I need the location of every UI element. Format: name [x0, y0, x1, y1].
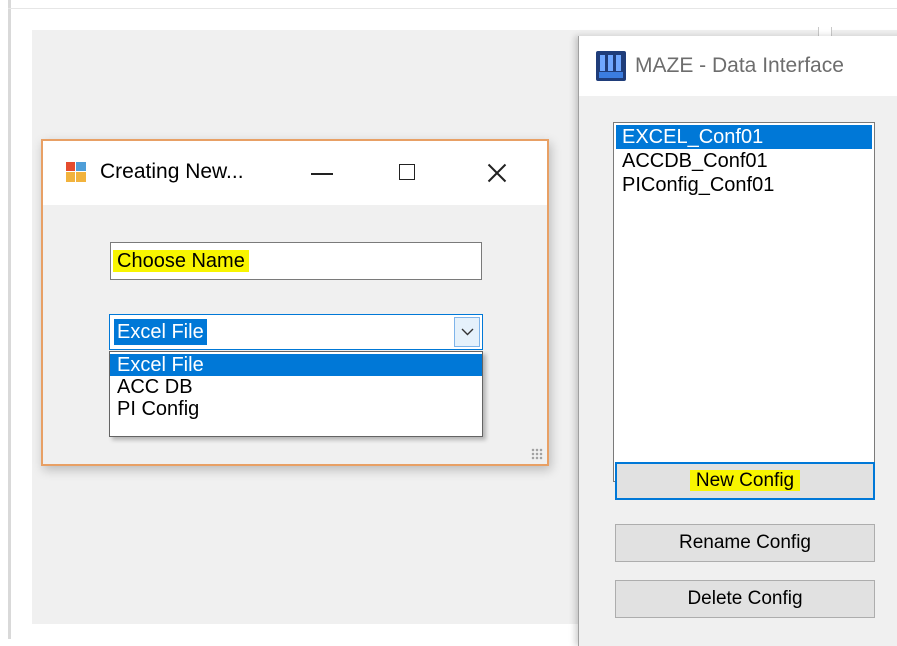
new-config-button[interactable]: New Config — [615, 462, 875, 500]
creating-new-dialog: Creating New... Choose Name Excel File E… — [41, 139, 549, 466]
config-type-dropdown-list[interactable]: Excel File ACC DB PI Config — [109, 351, 483, 437]
config-list-item[interactable]: ACCDB_Conf01 — [616, 149, 872, 173]
config-list-item[interactable]: PIConfig_Conf01 — [616, 173, 872, 197]
config-type-selected: Excel File — [114, 319, 207, 345]
delete-config-button[interactable]: Delete Config — [615, 580, 875, 618]
maximize-icon[interactable] — [379, 151, 439, 195]
close-icon[interactable] — [467, 151, 527, 195]
dropdown-option[interactable]: Excel File — [110, 354, 482, 376]
dropdown-option[interactable]: PI Config — [110, 398, 482, 420]
rename-config-label: Rename Config — [678, 532, 812, 553]
rename-config-button[interactable]: Rename Config — [615, 524, 875, 562]
windows-form-icon — [66, 162, 86, 182]
maze-app-icon — [596, 51, 626, 81]
dialog-titlebar[interactable]: Creating New... — [43, 141, 547, 205]
config-name-input[interactable]: Choose Name — [110, 242, 482, 280]
dialog-title: Creating New... — [100, 160, 244, 183]
maze-main-window: MAZE - Data Interface EXCEL_Conf01 ACCDB… — [578, 36, 897, 646]
main-window-title: MAZE - Data Interface — [635, 54, 844, 77]
config-name-value: Choose Name — [113, 250, 249, 272]
dropdown-button[interactable] — [454, 317, 480, 347]
minimize-icon[interactable] — [293, 151, 353, 195]
outer-frame-top — [8, 8, 897, 9]
resize-grip-icon[interactable] — [531, 448, 543, 460]
outer-frame-edge — [8, 0, 11, 639]
config-listbox[interactable]: EXCEL_Conf01 ACCDB_Conf01 PIConfig_Conf0… — [613, 122, 875, 482]
delete-config-label: Delete Config — [687, 588, 803, 609]
chevron-down-icon — [461, 328, 474, 336]
config-list-item[interactable]: EXCEL_Conf01 — [616, 125, 872, 149]
config-type-combobox[interactable]: Excel File — [109, 314, 483, 350]
dropdown-option[interactable]: ACC DB — [110, 376, 482, 398]
main-titlebar[interactable]: MAZE - Data Interface — [579, 36, 897, 96]
new-config-label: New Config — [689, 470, 801, 491]
